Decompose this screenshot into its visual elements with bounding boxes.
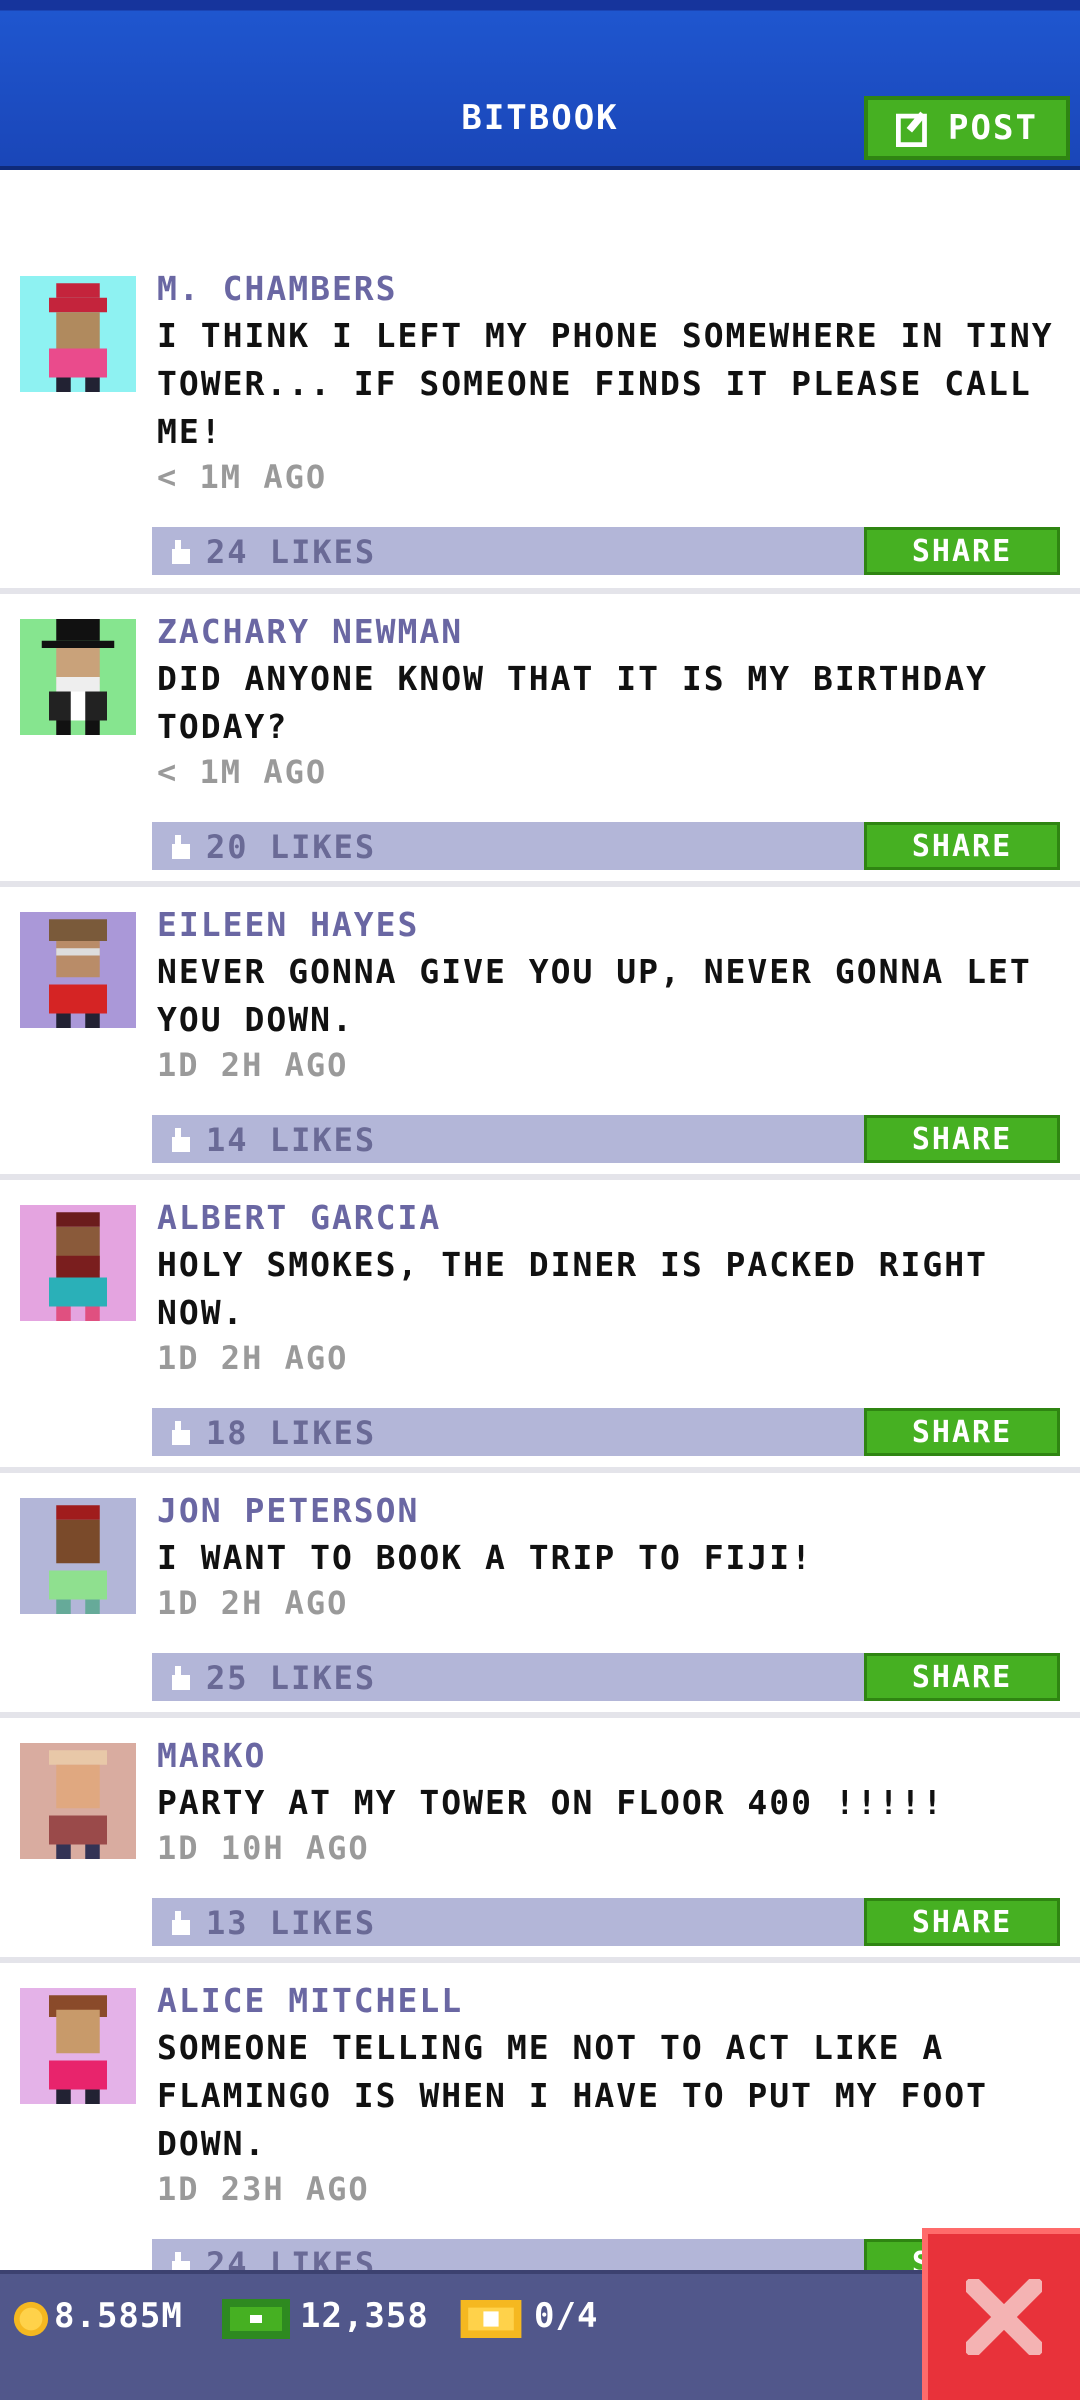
avatar-figure-icon <box>49 1212 107 1321</box>
likes-count: 13 LIKES <box>206 1904 377 1942</box>
avatar[interactable] <box>20 912 136 1028</box>
post-divider <box>0 881 1080 887</box>
likes-bar: 24 LIKES SHARE <box>152 527 1060 575</box>
share-button[interactable]: SHARE <box>864 1898 1060 1946</box>
post-time: 1D 2H AGO <box>157 1046 349 1084</box>
likes-count: 18 LIKES <box>206 1414 377 1452</box>
post-divider <box>0 1467 1080 1473</box>
post-time: < 1M AGO <box>157 753 328 791</box>
post-message: HOLY SMOKES, THE DINER IS PACKED RIGHT N… <box>157 1245 988 1332</box>
likes-count: 25 LIKES <box>206 1659 377 1697</box>
post-message: I WANT TO BOOK A TRIP TO FIJI! <box>157 1538 814 1577</box>
close-icon <box>966 2279 1042 2355</box>
likes-count: 24 LIKES <box>206 2245 377 2270</box>
post-time: 1D 10H AGO <box>157 1829 370 1867</box>
thumbs-up-icon[interactable] <box>166 2249 196 2270</box>
post-time: < 1M AGO <box>157 458 328 496</box>
share-button[interactable]: SHARE <box>864 1653 1060 1701</box>
post-message: NEVER GONNA GIVE YOU UP, NEVER GONNA LET… <box>157 952 1032 1039</box>
share-button[interactable]: SHARE <box>864 1408 1060 1456</box>
avatar-figure-icon <box>41 619 115 735</box>
post-author[interactable]: EILEEN HAYES <box>157 905 419 944</box>
post-author[interactable]: ALBERT GARCIA <box>157 1198 441 1237</box>
avatar-figure-icon <box>49 919 107 1028</box>
coin-icon <box>13 2301 49 2337</box>
post-divider <box>0 588 1080 594</box>
post-divider <box>0 1712 1080 1718</box>
post-author[interactable]: ALICE MITCHELL <box>157 1981 463 2020</box>
thumbs-up-icon[interactable] <box>166 1418 196 1448</box>
post-message: DID ANYONE KNOW THAT IT IS MY BIRTHDAY T… <box>157 659 988 746</box>
post-button-label: POST <box>948 108 1038 148</box>
likes-count: 24 LIKES <box>206 533 377 571</box>
thumbs-up-icon[interactable] <box>166 1908 196 1938</box>
ticket-icon <box>460 2300 522 2338</box>
post-feed[interactable]: M. CHAMBERS I THINK I LEFT MY PHONE SOME… <box>0 170 1080 2270</box>
avatar[interactable] <box>20 619 136 735</box>
post-message: PARTY AT MY TOWER ON FLOOR 400 !!!!! <box>157 1783 945 1822</box>
thumbs-up-icon[interactable] <box>166 1125 196 1155</box>
thumbs-up-icon[interactable] <box>166 832 196 862</box>
share-button[interactable]: SHARE <box>864 527 1060 575</box>
likes-count: 14 LIKES <box>206 1121 377 1159</box>
likes-bar: 20 LIKES SHARE <box>152 822 1060 870</box>
close-button[interactable] <box>922 2228 1080 2400</box>
post-author[interactable]: JON PETERSON <box>157 1491 419 1530</box>
post-author[interactable]: MARKO <box>157 1736 266 1775</box>
share-button[interactable]: SHARE <box>864 822 1060 870</box>
likes-bar: 25 LIKES SHARE <box>152 1653 1060 1701</box>
post-message: I THINK I LEFT MY PHONE SOMEWHERE IN TIN… <box>157 316 1054 451</box>
post-author[interactable]: ZACHARY NEWMAN <box>157 612 463 651</box>
avatar[interactable] <box>20 1988 136 2104</box>
post-divider <box>0 1174 1080 1180</box>
avatar-figure-icon <box>49 283 107 392</box>
compose-icon <box>896 111 927 147</box>
likes-bar: 14 LIKES SHARE <box>152 1115 1060 1163</box>
post-message: SOMEONE TELLING ME NOT TO ACT LIKE A FLA… <box>157 2028 988 2163</box>
avatar[interactable] <box>20 1743 136 1859</box>
thumbs-up-icon[interactable] <box>166 537 196 567</box>
post-button[interactable]: POST <box>864 96 1070 160</box>
avatar[interactable] <box>20 1498 136 1614</box>
bux-count: 12,358 <box>300 2296 429 2336</box>
app-header: BITBOOK POST <box>0 0 1080 170</box>
post-time: 1D 23H AGO <box>157 2170 370 2208</box>
share-button[interactable]: SHARE <box>864 1115 1060 1163</box>
post-time: 1D 2H AGO <box>157 1339 349 1377</box>
avatar[interactable] <box>20 276 136 392</box>
avatar[interactable] <box>20 1205 136 1321</box>
post-divider <box>0 1957 1080 1963</box>
likes-bar: 13 LIKES SHARE <box>152 1898 1060 1946</box>
likes-bar: 18 LIKES SHARE <box>152 1408 1060 1456</box>
thumbs-up-icon[interactable] <box>166 1663 196 1693</box>
bux-icon <box>222 2299 290 2339</box>
avatar-figure-icon <box>49 1505 107 1614</box>
post-author[interactable]: M. CHAMBERS <box>157 269 398 308</box>
avatar-figure-icon <box>49 1995 107 2104</box>
coins-count: 8.585M <box>54 2296 183 2336</box>
tickets-count: 0/4 <box>534 2296 599 2336</box>
post-time: 1D 2H AGO <box>157 1584 349 1622</box>
avatar-figure-icon <box>49 1750 107 1859</box>
likes-count: 20 LIKES <box>206 828 377 866</box>
status-bar: 8.585M 12,358 0/4 <box>0 2270 1080 2400</box>
